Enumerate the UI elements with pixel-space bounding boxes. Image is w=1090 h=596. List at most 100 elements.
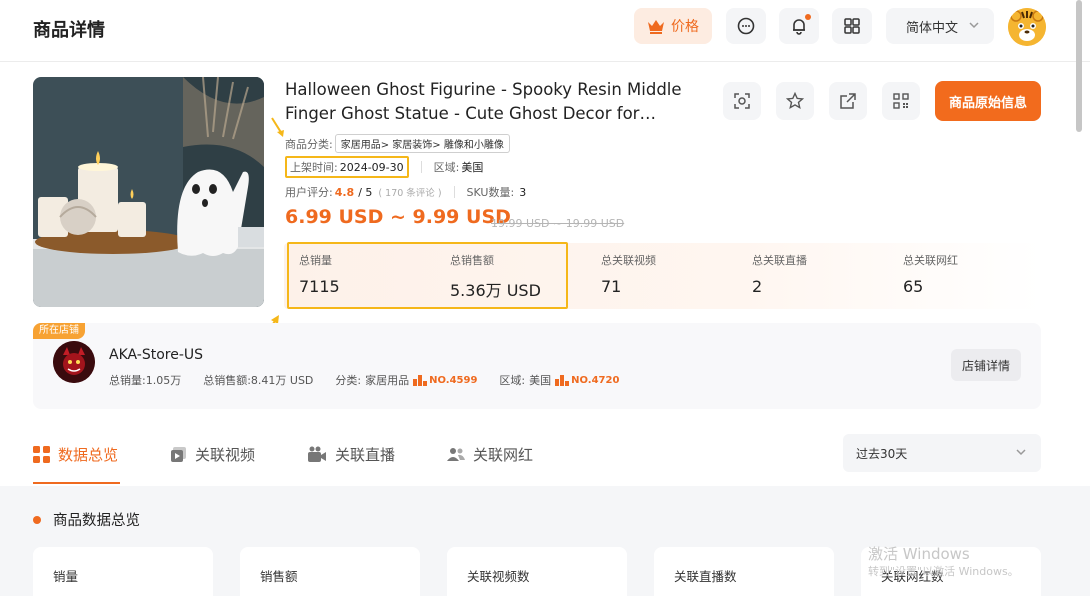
- overview-card-videos[interactable]: 关联视频数: [447, 547, 627, 596]
- store-meta: 总销量:1.05万 总销售额:8.41万 USD 分类: 家居用品 NO.459…: [109, 372, 641, 388]
- store-category-label: 分类:: [335, 374, 362, 387]
- store-category-value: 家居用品: [365, 374, 410, 387]
- rating-value: 4.8: [334, 185, 355, 199]
- external-link-icon: [840, 93, 856, 109]
- stat-label: 总关联网红: [903, 254, 958, 267]
- region-value: 美国: [461, 161, 484, 174]
- active-tab-indicator: [33, 482, 120, 484]
- listing-row: 上架时间: 2024-09-30 区域: 美国: [285, 156, 483, 178]
- stat-value: 2: [752, 277, 763, 296]
- store-logo-icon: [53, 341, 95, 383]
- store-logo[interactable]: [53, 341, 95, 383]
- overview-card-revenue[interactable]: 销售额: [240, 547, 420, 596]
- store-region-rank: NO.4720: [555, 374, 620, 386]
- star-icon: [786, 92, 804, 110]
- store-detail-button[interactable]: 店铺详情: [951, 349, 1021, 381]
- tiger-avatar-icon: [1008, 8, 1046, 46]
- store-region-label: 区域:: [499, 374, 526, 387]
- store-category: 分类: 家居用品 NO.4599: [335, 372, 477, 388]
- ghost-figurine-image: [33, 77, 264, 307]
- vip-price-button[interactable]: 价格: [634, 8, 712, 44]
- windows-watermark: 激活 Windows: [868, 545, 970, 563]
- time-range-select[interactable]: 过去30天: [843, 434, 1041, 472]
- stat-total-influencers: 总关联网红 65: [903, 252, 958, 296]
- category-tag[interactable]: 家居用品> 家居装饰> 雕像和小雕像: [334, 134, 510, 153]
- language-select[interactable]: 简体中文: [886, 8, 994, 44]
- original-info-button[interactable]: 商品原始信息: [935, 81, 1041, 121]
- rating-label: 用户评分:: [285, 186, 333, 199]
- overview-card-label: 销量: [53, 569, 79, 584]
- rating-max: / 5: [358, 185, 373, 199]
- overview-card-label: 关联视频数: [467, 569, 530, 584]
- qrcode-button[interactable]: [882, 82, 920, 120]
- tab-label: 关联视频: [195, 445, 256, 464]
- language-value: 简体中文: [906, 20, 959, 36]
- tab-label: 数据总览: [58, 445, 119, 464]
- tab-label: 关联网红: [473, 445, 534, 464]
- overview-card-label: 销售额: [260, 569, 298, 584]
- listing-date: 2024-09-30: [339, 161, 404, 174]
- store-region: 区域: 美国 NO.4720: [499, 372, 619, 388]
- tab-related-influencers[interactable]: 关联网红: [447, 434, 533, 474]
- store-total-revenue: 总销售额:8.41万 USD: [203, 374, 314, 387]
- store-region-value: 美国: [529, 374, 552, 387]
- overview-card-lives[interactable]: 关联直播数: [654, 547, 834, 596]
- sku-label: SKU数量:: [466, 186, 515, 199]
- tab-bar: 数据总览 关联视频 关联直播 关联网红: [33, 434, 585, 486]
- apps-button[interactable]: [832, 8, 872, 44]
- crown-icon: [648, 20, 664, 34]
- overview-title: 商品数据总览: [33, 509, 140, 530]
- notification-button[interactable]: [779, 8, 819, 44]
- page-title: 商品详情: [33, 20, 105, 41]
- tab-related-lives[interactable]: 关联直播: [307, 434, 395, 474]
- store-region-rank-value: NO.4720: [571, 374, 620, 386]
- sales-highlight-box: [287, 242, 568, 309]
- store-name[interactable]: AKA-Store-US: [109, 347, 203, 363]
- store-category-rank: NO.4599: [413, 374, 477, 386]
- listing-date-highlight: 上架时间: 2024-09-30: [285, 156, 409, 178]
- original-price-range: 19.99 USD ~ 19.99 USD: [491, 217, 625, 230]
- divider: [453, 186, 455, 198]
- notification-dot: [805, 14, 811, 20]
- category-label: 商品分类:: [285, 137, 333, 151]
- product-image[interactable]: [33, 77, 264, 307]
- scrollbar[interactable]: [1076, 0, 1082, 132]
- top-header: 商品详情 价格 简体中文: [0, 0, 1090, 62]
- windows-watermark-sub: 转到"设置"以激活 Windows。: [868, 565, 1019, 578]
- stat-total-videos: 总关联视频 71: [601, 252, 656, 296]
- stat-label: 总关联视频: [601, 254, 656, 267]
- dashboard-icon: [33, 445, 50, 463]
- image-search-button[interactable]: [723, 82, 761, 120]
- overview-title-text: 商品数据总览: [53, 513, 140, 529]
- review-count: ( 170 条评论 ): [378, 188, 442, 199]
- favorite-button[interactable]: [776, 82, 814, 120]
- tab-related-videos[interactable]: 关联视频: [170, 434, 255, 474]
- open-external-button[interactable]: [829, 82, 867, 120]
- chat-icon: [737, 17, 755, 35]
- scan-icon: [734, 93, 750, 109]
- stat-value: 71: [601, 277, 622, 296]
- grid-icon: [844, 18, 860, 34]
- rank-bars-icon: [555, 374, 570, 386]
- chevron-down-icon: [969, 22, 979, 29]
- overview-card-sales[interactable]: 销量: [33, 547, 213, 596]
- message-button[interactable]: [726, 8, 766, 44]
- time-range-value: 过去30天: [856, 446, 908, 461]
- store-tag: 所在店铺: [33, 323, 85, 339]
- divider: [420, 161, 422, 173]
- qrcode-icon: [893, 93, 909, 109]
- listing-label: 上架时间:: [290, 161, 338, 174]
- overview-card-label: 关联直播数: [674, 569, 737, 584]
- price-range: 6.99 USD ~ 9.99 USD: [285, 206, 511, 228]
- user-avatar[interactable]: [1008, 8, 1046, 46]
- tab-data-overview[interactable]: 数据总览: [33, 434, 118, 474]
- rank-bars-icon: [413, 374, 428, 386]
- users-icon: [447, 447, 466, 461]
- section-dot-icon: [33, 515, 41, 524]
- chevron-down-icon: [1016, 449, 1026, 456]
- stat-total-lives: 总关联直播 2: [752, 252, 807, 296]
- stat-label: 总关联直播: [752, 254, 807, 267]
- video-icon: [171, 446, 187, 462]
- sku-value: 3: [519, 185, 527, 199]
- vip-price-label: 价格: [671, 19, 699, 35]
